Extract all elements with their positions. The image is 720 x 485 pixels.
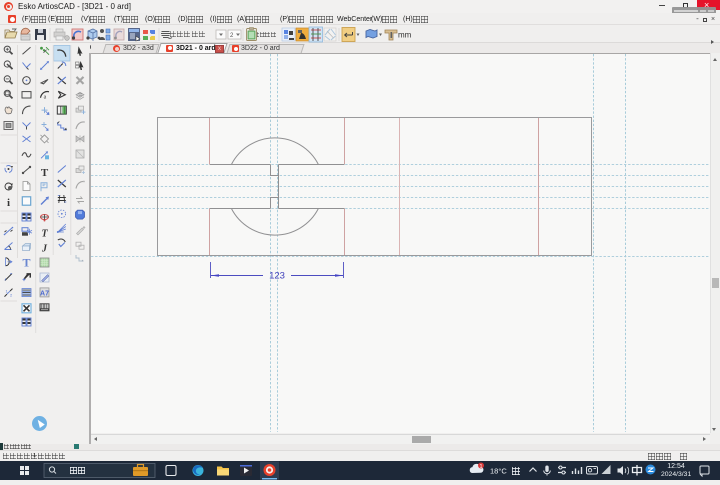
svg-text:1: 1 (479, 464, 482, 470)
svg-text:J: J (41, 244, 48, 255)
svg-text:T: T (41, 229, 48, 240)
svg-text:mm: mm (398, 31, 412, 40)
svg-text:T: T (41, 167, 49, 179)
svg-text:i: i (7, 197, 10, 209)
svg-text:18°C: 18°C (490, 467, 507, 476)
svg-text:123: 123 (269, 270, 285, 281)
svg-text:A7: A7 (40, 290, 49, 297)
svg-text:2: 2 (10, 293, 13, 298)
svg-text:a: a (44, 94, 47, 100)
svg-text:T: T (22, 256, 30, 270)
